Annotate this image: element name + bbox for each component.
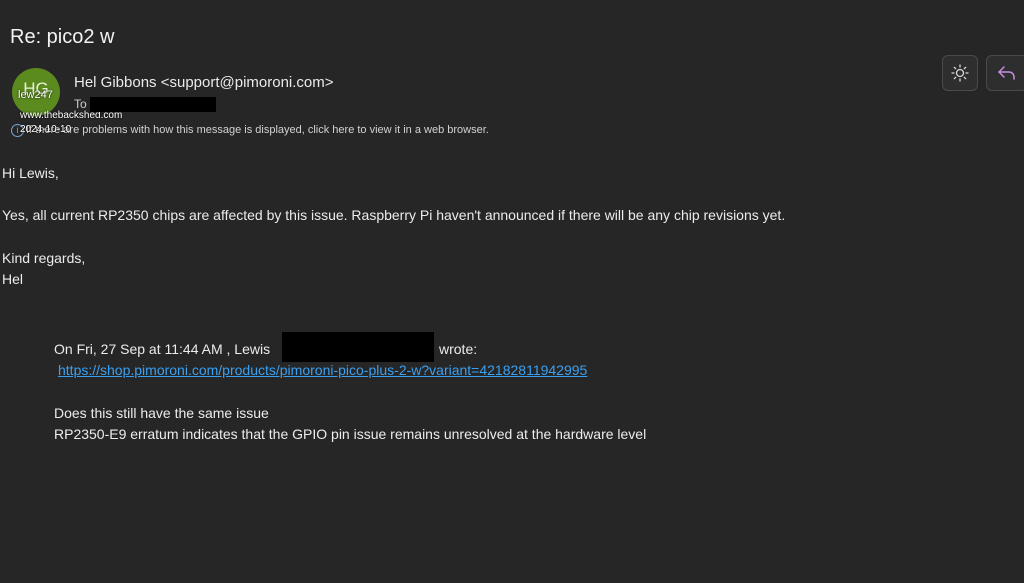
greeting: Hi Lewis,	[2, 165, 59, 181]
view-in-browser-link[interactable]: If there are problems with how this mess…	[26, 124, 489, 136]
reply-arrow-icon	[998, 66, 1015, 80]
body-line: Yes, all current RP2350 chips are affect…	[2, 207, 786, 223]
sun-icon	[951, 64, 969, 82]
sender-name[interactable]: Hel Gibbons <support@pimoroni.com>	[74, 74, 334, 91]
watermark-date: 2024-10-10	[20, 124, 72, 135]
email-subject: Re: pico2 w	[10, 26, 115, 48]
closing: Kind regards,	[2, 250, 86, 266]
quote-header-suffix: wrote:	[439, 341, 478, 357]
quote-header-prefix: On Fri, 27 Sep at 11:44 AM , Lewis	[54, 341, 271, 357]
reply-button[interactable]	[986, 55, 1024, 91]
quote-line-1: Does this still have the same issue	[54, 405, 269, 421]
theme-toggle-button[interactable]	[942, 55, 978, 91]
redacted-email	[282, 332, 434, 362]
to-label: To	[74, 97, 87, 111]
signature: Hel	[2, 271, 24, 287]
product-link[interactable]: https://shop.pimoroni.com/products/pimor…	[58, 362, 587, 378]
watermark-user: lew247	[18, 89, 53, 101]
quote-line-2: RP2350-E9 erratum indicates that the GPI…	[54, 426, 647, 442]
redacted-recipient	[90, 97, 216, 112]
